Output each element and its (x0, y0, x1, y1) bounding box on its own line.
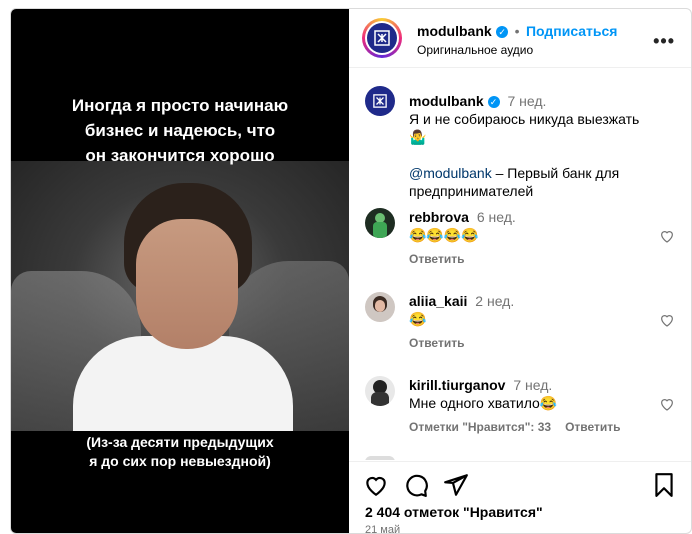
comments-list[interactable]: modulbank ✓ 7 нед. Я и не собираюсь нику… (349, 68, 691, 460)
post-date[interactable]: 21 май (365, 524, 400, 533)
heart-icon[interactable] (659, 396, 675, 412)
post-actions: 2 404 отметок "Нравится" 21 май (349, 461, 691, 533)
video-caption-bottom: (Из-за десяти предыдущих я до сих пор не… (86, 434, 274, 469)
caption-text: Я и не собираюсь никуда выезжать🤷‍♂️ (409, 111, 640, 145)
comment-row: kirill.tiurganov 7 нед. Мне одного хвати… (365, 376, 675, 436)
comment-username[interactable]: kirill.tiurganov (409, 377, 505, 393)
caption-time[interactable]: 7 нед. (507, 93, 546, 109)
share-icon[interactable] (443, 472, 469, 498)
modulbank-avatar-icon[interactable] (365, 86, 395, 116)
comment-text: Мне одного хватило😂 (409, 395, 558, 411)
comment-likes[interactable]: Отметки "Нравится": 33 (409, 420, 551, 434)
post-caption: modulbank ✓ 7 нед. Я и не собираюсь нику… (365, 86, 675, 199)
verified-icon: ✓ (487, 96, 500, 108)
post-header: modulbank ✓ • Подписаться Оригинальное а… (349, 9, 691, 68)
comment-time[interactable]: 7 нед. (513, 377, 552, 393)
more-icon[interactable]: ••• (653, 31, 675, 52)
post-side-panel: modulbank ✓ • Подписаться Оригинальное а… (349, 9, 691, 533)
video-caption-top: Иногда я просто начинаю бизнес и надеюсь… (71, 96, 289, 165)
verified-icon: ✓ (496, 26, 509, 38)
comment-username[interactable]: aliia_kaii (409, 293, 467, 309)
follow-button[interactable]: Подписаться (526, 23, 618, 39)
heart-icon[interactable] (363, 472, 389, 498)
header-username[interactable]: modulbank (417, 23, 492, 39)
caption-username[interactable]: modulbank (409, 93, 484, 109)
reply-button[interactable]: Ответить (565, 420, 620, 434)
audio-label[interactable]: Оригинальное аудио (417, 43, 533, 57)
video-frame (11, 161, 349, 431)
avatar[interactable] (365, 376, 395, 406)
bookmark-icon[interactable] (651, 472, 677, 498)
modulbank-logo-icon (367, 23, 397, 53)
heart-icon[interactable] (659, 228, 675, 244)
reply-button[interactable]: Ответить (409, 336, 464, 350)
comment-time[interactable]: 2 нед. (475, 293, 514, 309)
post-dialog: Иногда я просто начинаю бизнес и надеюсь… (10, 8, 692, 534)
comment-username[interactable]: rebbrova (409, 209, 469, 225)
avatar (365, 456, 395, 460)
likes-count[interactable]: 2 404 отметок "Нравится" (365, 504, 543, 520)
comment-row: rebbrova 6 нед. 😂😂😂😂 Ответить (365, 208, 675, 268)
mention-link[interactable]: @modulbank (409, 165, 492, 181)
comment-time[interactable]: 6 нед. (477, 209, 516, 225)
comment-text: 😂 (409, 311, 427, 327)
avatar[interactable] (365, 292, 395, 322)
comment-row: aliia_kaii 2 нед. 😂 Ответить (365, 292, 675, 352)
post-media[interactable]: Иногда я просто начинаю бизнес и надеюсь… (11, 9, 349, 533)
reply-button[interactable]: Ответить (409, 252, 464, 266)
comment-icon[interactable] (403, 472, 429, 498)
avatar[interactable] (365, 208, 395, 238)
comment-text: 😂😂😂😂 (409, 227, 479, 243)
heart-icon[interactable] (659, 312, 675, 328)
avatar-story-ring[interactable] (362, 18, 402, 58)
